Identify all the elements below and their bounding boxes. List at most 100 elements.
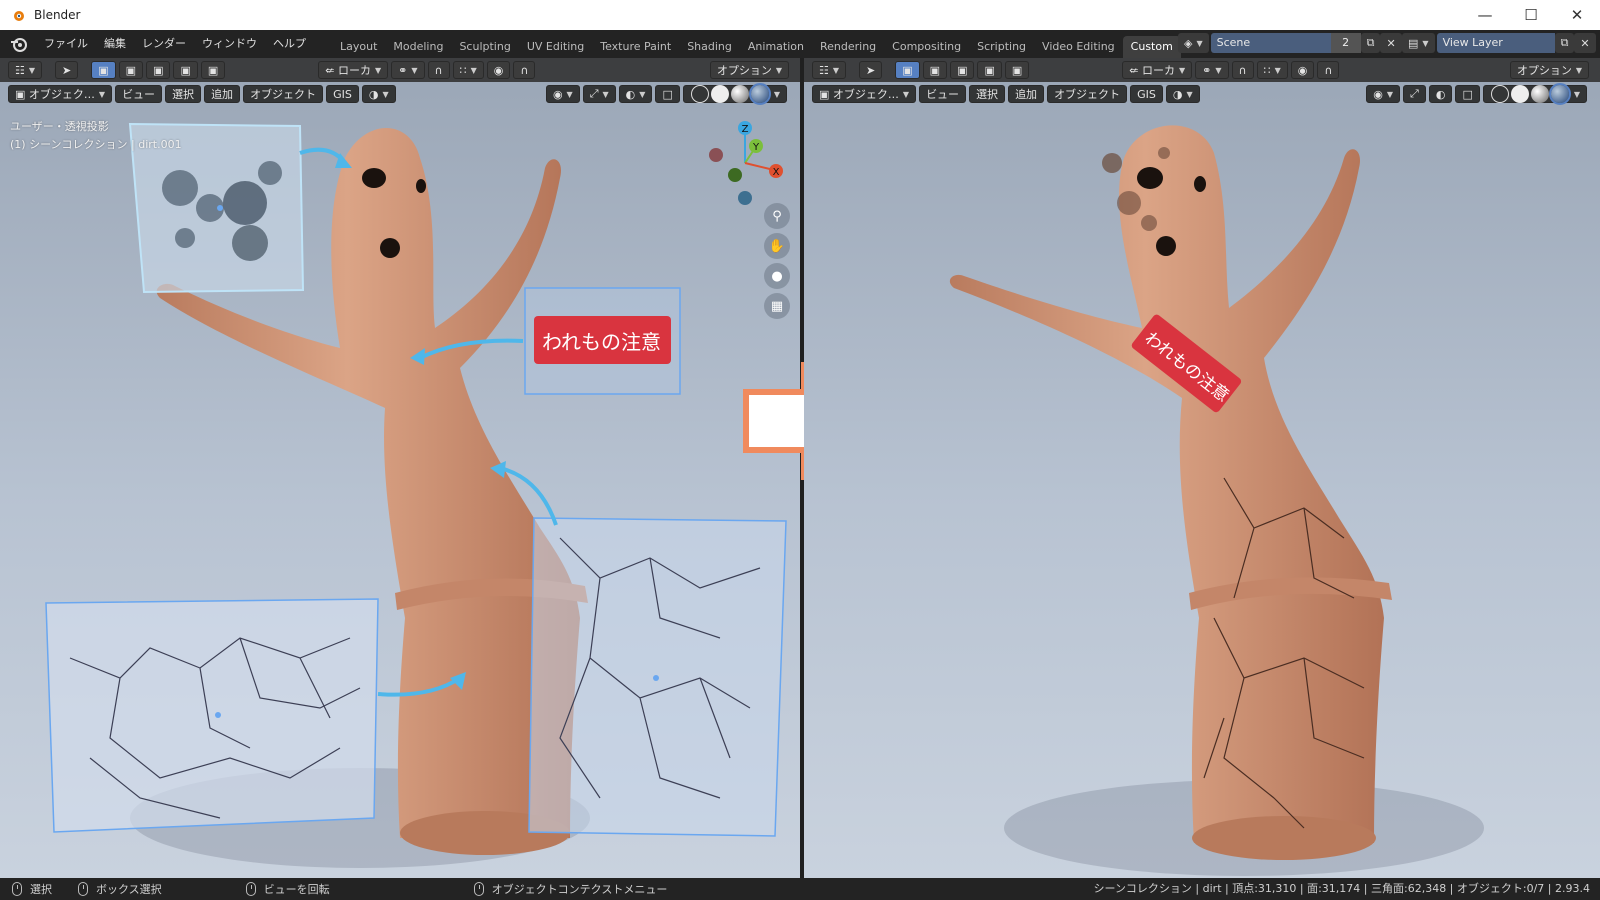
material-shading-icon[interactable] [1530, 85, 1549, 103]
visibility-dropdown[interactable]: ◉ ▼ [1366, 85, 1401, 103]
transform-orientation-dropdown[interactable]: ⇍ ローカ ▼ [1122, 61, 1193, 79]
view-layer-delete-icon[interactable]: ✕ [1574, 33, 1596, 53]
select-mode-invert-button[interactable]: ▣ [173, 61, 198, 79]
view-layer-name-field[interactable]: View Layer [1436, 33, 1555, 53]
pivot-point-dropdown[interactable]: ⚭ ▼ [1195, 61, 1229, 79]
gis-globe-dropdown[interactable]: ◑ ▼ [1165, 85, 1200, 103]
scene-name-field[interactable]: Scene [1210, 33, 1331, 53]
select-mode-subtract-button[interactable]: ▣ [146, 61, 171, 79]
snap-target-dropdown[interactable]: ∷ ▼ [452, 61, 484, 79]
pivot-point-dropdown[interactable]: ⚭ ▼ [391, 61, 425, 79]
select-tool-button[interactable]: ➤ [55, 61, 79, 79]
tab-layout[interactable]: Layout [332, 36, 385, 58]
options-dropdown[interactable]: オプション ▼ [709, 61, 789, 79]
snap-toggle[interactable]: ∩ [1231, 61, 1254, 79]
tab-scripting[interactable]: Scripting [969, 36, 1034, 58]
menu-file[interactable]: ファイル [36, 30, 96, 58]
wireframe-shading-icon[interactable] [690, 85, 709, 103]
select-tool-button[interactable]: ➤ [859, 61, 883, 79]
camera-icon[interactable]: ● [764, 263, 790, 289]
tab-sculpting[interactable]: Sculpting [451, 36, 518, 58]
tab-rendering[interactable]: Rendering [812, 36, 884, 58]
viewport-right[interactable]: われもの注意 ☷ ▼ ➤ ▣ ▣ ▣ ▣ ▣ ⇍ ローカ ▼ ⚭ ▼ ∩ ∷ ▼ ◉ [804, 58, 1600, 878]
scene-delete-icon[interactable]: ✕ [1380, 33, 1402, 53]
visibility-dropdown[interactable]: ◉ ▼ [545, 85, 580, 103]
tab-video-editing[interactable]: Video Editing [1034, 36, 1123, 58]
select-mode-new-button[interactable]: ▣ [895, 61, 920, 79]
proportional-edit-toggle[interactable]: ◉ [486, 61, 511, 79]
select-mode-new-button[interactable]: ▣ [91, 61, 116, 79]
shading-modes: ▼ [682, 83, 787, 105]
tab-custom[interactable]: Custom [1122, 36, 1181, 58]
pan-hand-icon[interactable]: ✋ [764, 233, 790, 259]
maximize-icon[interactable]: ☐ [1508, 0, 1554, 30]
overlays-dropdown[interactable]: ◐ ▼ [618, 85, 653, 103]
material-shading-icon[interactable] [730, 85, 749, 103]
menu-window[interactable]: ウィンドウ [194, 30, 265, 58]
gis-menu[interactable]: GIS [1130, 85, 1163, 103]
options-dropdown[interactable]: オプション ▼ [1509, 61, 1589, 79]
view-layer-browse-button[interactable]: ▤ ▼ [1402, 33, 1435, 53]
snap-target-dropdown[interactable]: ∷ ▼ [1256, 61, 1288, 79]
add-menu[interactable]: 追加 [204, 85, 241, 103]
tab-modeling[interactable]: Modeling [385, 36, 451, 58]
mode-dropdown[interactable]: ▣ オブジェク… ▼ [812, 85, 917, 103]
select-mode-intersect-button[interactable]: ▣ [200, 61, 226, 79]
solid-shading-icon[interactable] [1510, 85, 1529, 103]
tab-uv-editing[interactable]: UV Editing [519, 36, 592, 58]
blender-menu-icon[interactable] [10, 35, 28, 53]
falloff-dropdown[interactable]: ∩ [513, 61, 536, 79]
add-menu[interactable]: 追加 [1008, 85, 1045, 103]
select-mode-subtract-button[interactable]: ▣ [950, 61, 975, 79]
transform-orientation-dropdown[interactable]: ⇍ ローカ ▼ [318, 61, 389, 79]
select-mode-invert-button[interactable]: ▣ [977, 61, 1002, 79]
editor-type-button[interactable]: ☷ ▼ [812, 61, 847, 79]
object-menu[interactable]: オブジェクト [243, 85, 324, 103]
falloff-dropdown[interactable]: ∩ [1317, 61, 1340, 79]
chevron-down-icon[interactable]: ▼ [774, 90, 780, 99]
tab-compositing[interactable]: Compositing [884, 36, 969, 58]
menu-edit[interactable]: 編集 [96, 30, 134, 58]
gizmo-toggle[interactable]: ⤢ [1403, 85, 1426, 103]
close-icon[interactable]: ✕ [1554, 0, 1600, 30]
chevron-down-icon: ▼ [775, 65, 782, 75]
minimize-icon[interactable]: — [1462, 0, 1508, 30]
snap-toggle[interactable]: ∩ [427, 61, 450, 79]
xray-toggle[interactable]: □ [1455, 85, 1480, 103]
menu-help[interactable]: ヘルプ [265, 30, 314, 58]
gis-globe-dropdown[interactable]: ◑ ▼ [361, 85, 396, 103]
scene-users-count[interactable]: 2 [1330, 33, 1361, 53]
select-menu[interactable]: 選択 [969, 85, 1006, 103]
gis-menu[interactable]: GIS [326, 85, 359, 103]
view-menu[interactable]: ビュー [115, 85, 163, 103]
select-mode-extend-button[interactable]: ▣ [118, 61, 144, 79]
xray-toggle[interactable]: □ [655, 85, 680, 103]
viewport-left[interactable]: われもの注意 ☷ ▼ ➤ ▣ ▣ ▣ ▣ ▣ ⇍ ローカ ▼ ⚭ ▼ ∩ ∷ ▼… [0, 58, 800, 878]
scene-browse-button[interactable]: ◈ ▼ [1178, 33, 1209, 53]
mode-dropdown[interactable]: ▣ オブジェク… ▼ [8, 85, 113, 103]
overlays-toggle[interactable]: ◐ [1428, 85, 1453, 103]
scene-copy-icon[interactable]: ⧉ [1360, 33, 1381, 53]
menu-render[interactable]: レンダー [134, 30, 194, 58]
tab-texture-paint[interactable]: Texture Paint [592, 36, 679, 58]
view-menu[interactable]: ビュー [919, 85, 967, 103]
wireframe-shading-icon[interactable] [1490, 85, 1509, 103]
navigation-gizmo[interactable]: Z Y X [700, 118, 790, 208]
tab-shading[interactable]: Shading [679, 36, 740, 58]
grid-projection-icon[interactable]: ▦ [764, 293, 790, 319]
select-menu[interactable]: 選択 [165, 85, 202, 103]
rendered-shading-icon[interactable] [1548, 83, 1571, 105]
solid-shading-icon[interactable] [710, 85, 729, 103]
tab-animation[interactable]: Animation [740, 36, 812, 58]
select-mode-intersect-button[interactable]: ▣ [1004, 61, 1030, 79]
chevron-down-icon[interactable]: ▼ [1574, 90, 1580, 99]
proportional-edit-toggle[interactable]: ◉ [1290, 61, 1315, 79]
object-menu[interactable]: オブジェクト [1047, 85, 1128, 103]
view-layer-copy-icon[interactable]: ⧉ [1554, 33, 1575, 53]
gizmo-dropdown[interactable]: ⤢ ▼ [582, 85, 616, 103]
rendered-shading-icon[interactable] [748, 83, 771, 105]
chevron-down-icon: ▼ [375, 65, 382, 75]
editor-type-button[interactable]: ☷ ▼ [8, 61, 43, 79]
zoom-icon[interactable]: ⚲ [764, 203, 790, 229]
select-mode-extend-button[interactable]: ▣ [922, 61, 948, 79]
